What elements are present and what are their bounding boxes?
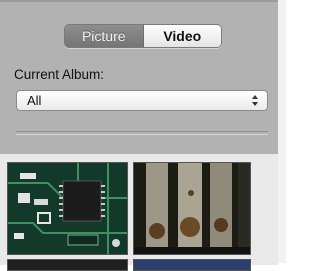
current-album-label: Current Album:	[14, 67, 105, 82]
thumbnail-dark[interactable]	[7, 259, 128, 271]
thumbnail-metal-contacts[interactable]	[133, 162, 251, 255]
tab-picture[interactable]: Picture	[65, 25, 144, 47]
thumbnail-blue[interactable]	[133, 259, 251, 271]
thumbnail-circuit-board[interactable]	[7, 162, 128, 255]
album-select[interactable]: All	[16, 90, 268, 111]
tab-video[interactable]: Video	[143, 25, 221, 47]
media-type-segmented-control: Picture Video	[64, 24, 222, 48]
up-down-arrows-icon	[252, 95, 258, 106]
tab-picture-label: Picture	[81, 28, 126, 44]
tab-video-label: Video	[163, 28, 202, 44]
album-select-value: All	[27, 93, 42, 108]
window-edge	[278, 0, 286, 263]
thumbnail-grid	[0, 154, 278, 271]
section-divider	[16, 131, 268, 135]
media-browser-panel: Picture Video Current Album: All	[0, 0, 278, 271]
